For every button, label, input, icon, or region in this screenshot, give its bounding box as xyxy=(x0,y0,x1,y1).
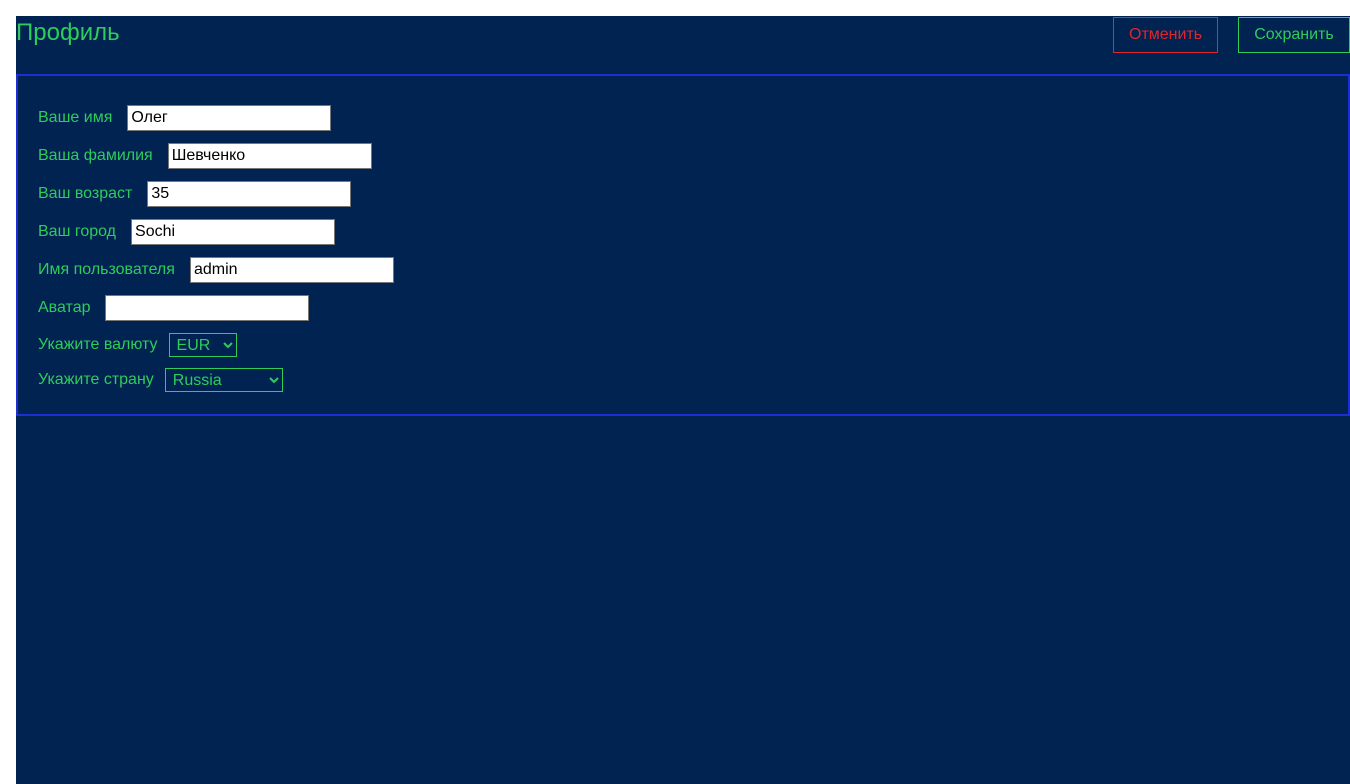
city-input[interactable] xyxy=(131,219,336,245)
profile-page: Профиль Отменить Сохранить Ваше имя Ваша… xyxy=(16,16,1350,784)
city-row: Ваш город xyxy=(38,219,336,245)
last-name-row: Ваша фамилия xyxy=(38,143,372,169)
first-name-label: Ваше имя xyxy=(38,109,113,126)
country-row: Укажите страну Russia xyxy=(38,367,283,393)
country-select[interactable]: Russia xyxy=(164,368,283,392)
age-input[interactable] xyxy=(147,181,352,207)
age-row: Ваш возраст xyxy=(38,181,352,207)
currency-label: Укажите валюту xyxy=(38,336,158,353)
avatar-label: Аватар xyxy=(38,299,91,316)
profile-form: Ваше имя Ваша фамилия Ваш возраст Ваш го… xyxy=(16,74,1350,416)
page-title: Профиль xyxy=(16,19,120,46)
currency-row: Укажите валюту EUR xyxy=(38,332,237,358)
country-label: Укажите страну xyxy=(38,371,154,388)
first-name-row: Ваше имя xyxy=(38,105,332,131)
avatar-row: Аватар xyxy=(38,295,310,321)
currency-select[interactable]: EUR xyxy=(168,333,237,357)
username-input[interactable] xyxy=(189,257,394,283)
last-name-input[interactable] xyxy=(167,143,372,169)
age-label: Ваш возраст xyxy=(38,185,133,202)
username-row: Имя пользователя xyxy=(38,257,394,283)
save-button[interactable]: Сохранить xyxy=(1238,17,1350,53)
last-name-label: Ваша фамилия xyxy=(38,147,153,164)
city-label: Ваш город xyxy=(38,223,117,240)
username-label: Имя пользователя xyxy=(38,261,175,278)
cancel-button[interactable]: Отменить xyxy=(1113,17,1218,53)
avatar-input[interactable] xyxy=(105,295,310,321)
first-name-input[interactable] xyxy=(127,105,332,131)
